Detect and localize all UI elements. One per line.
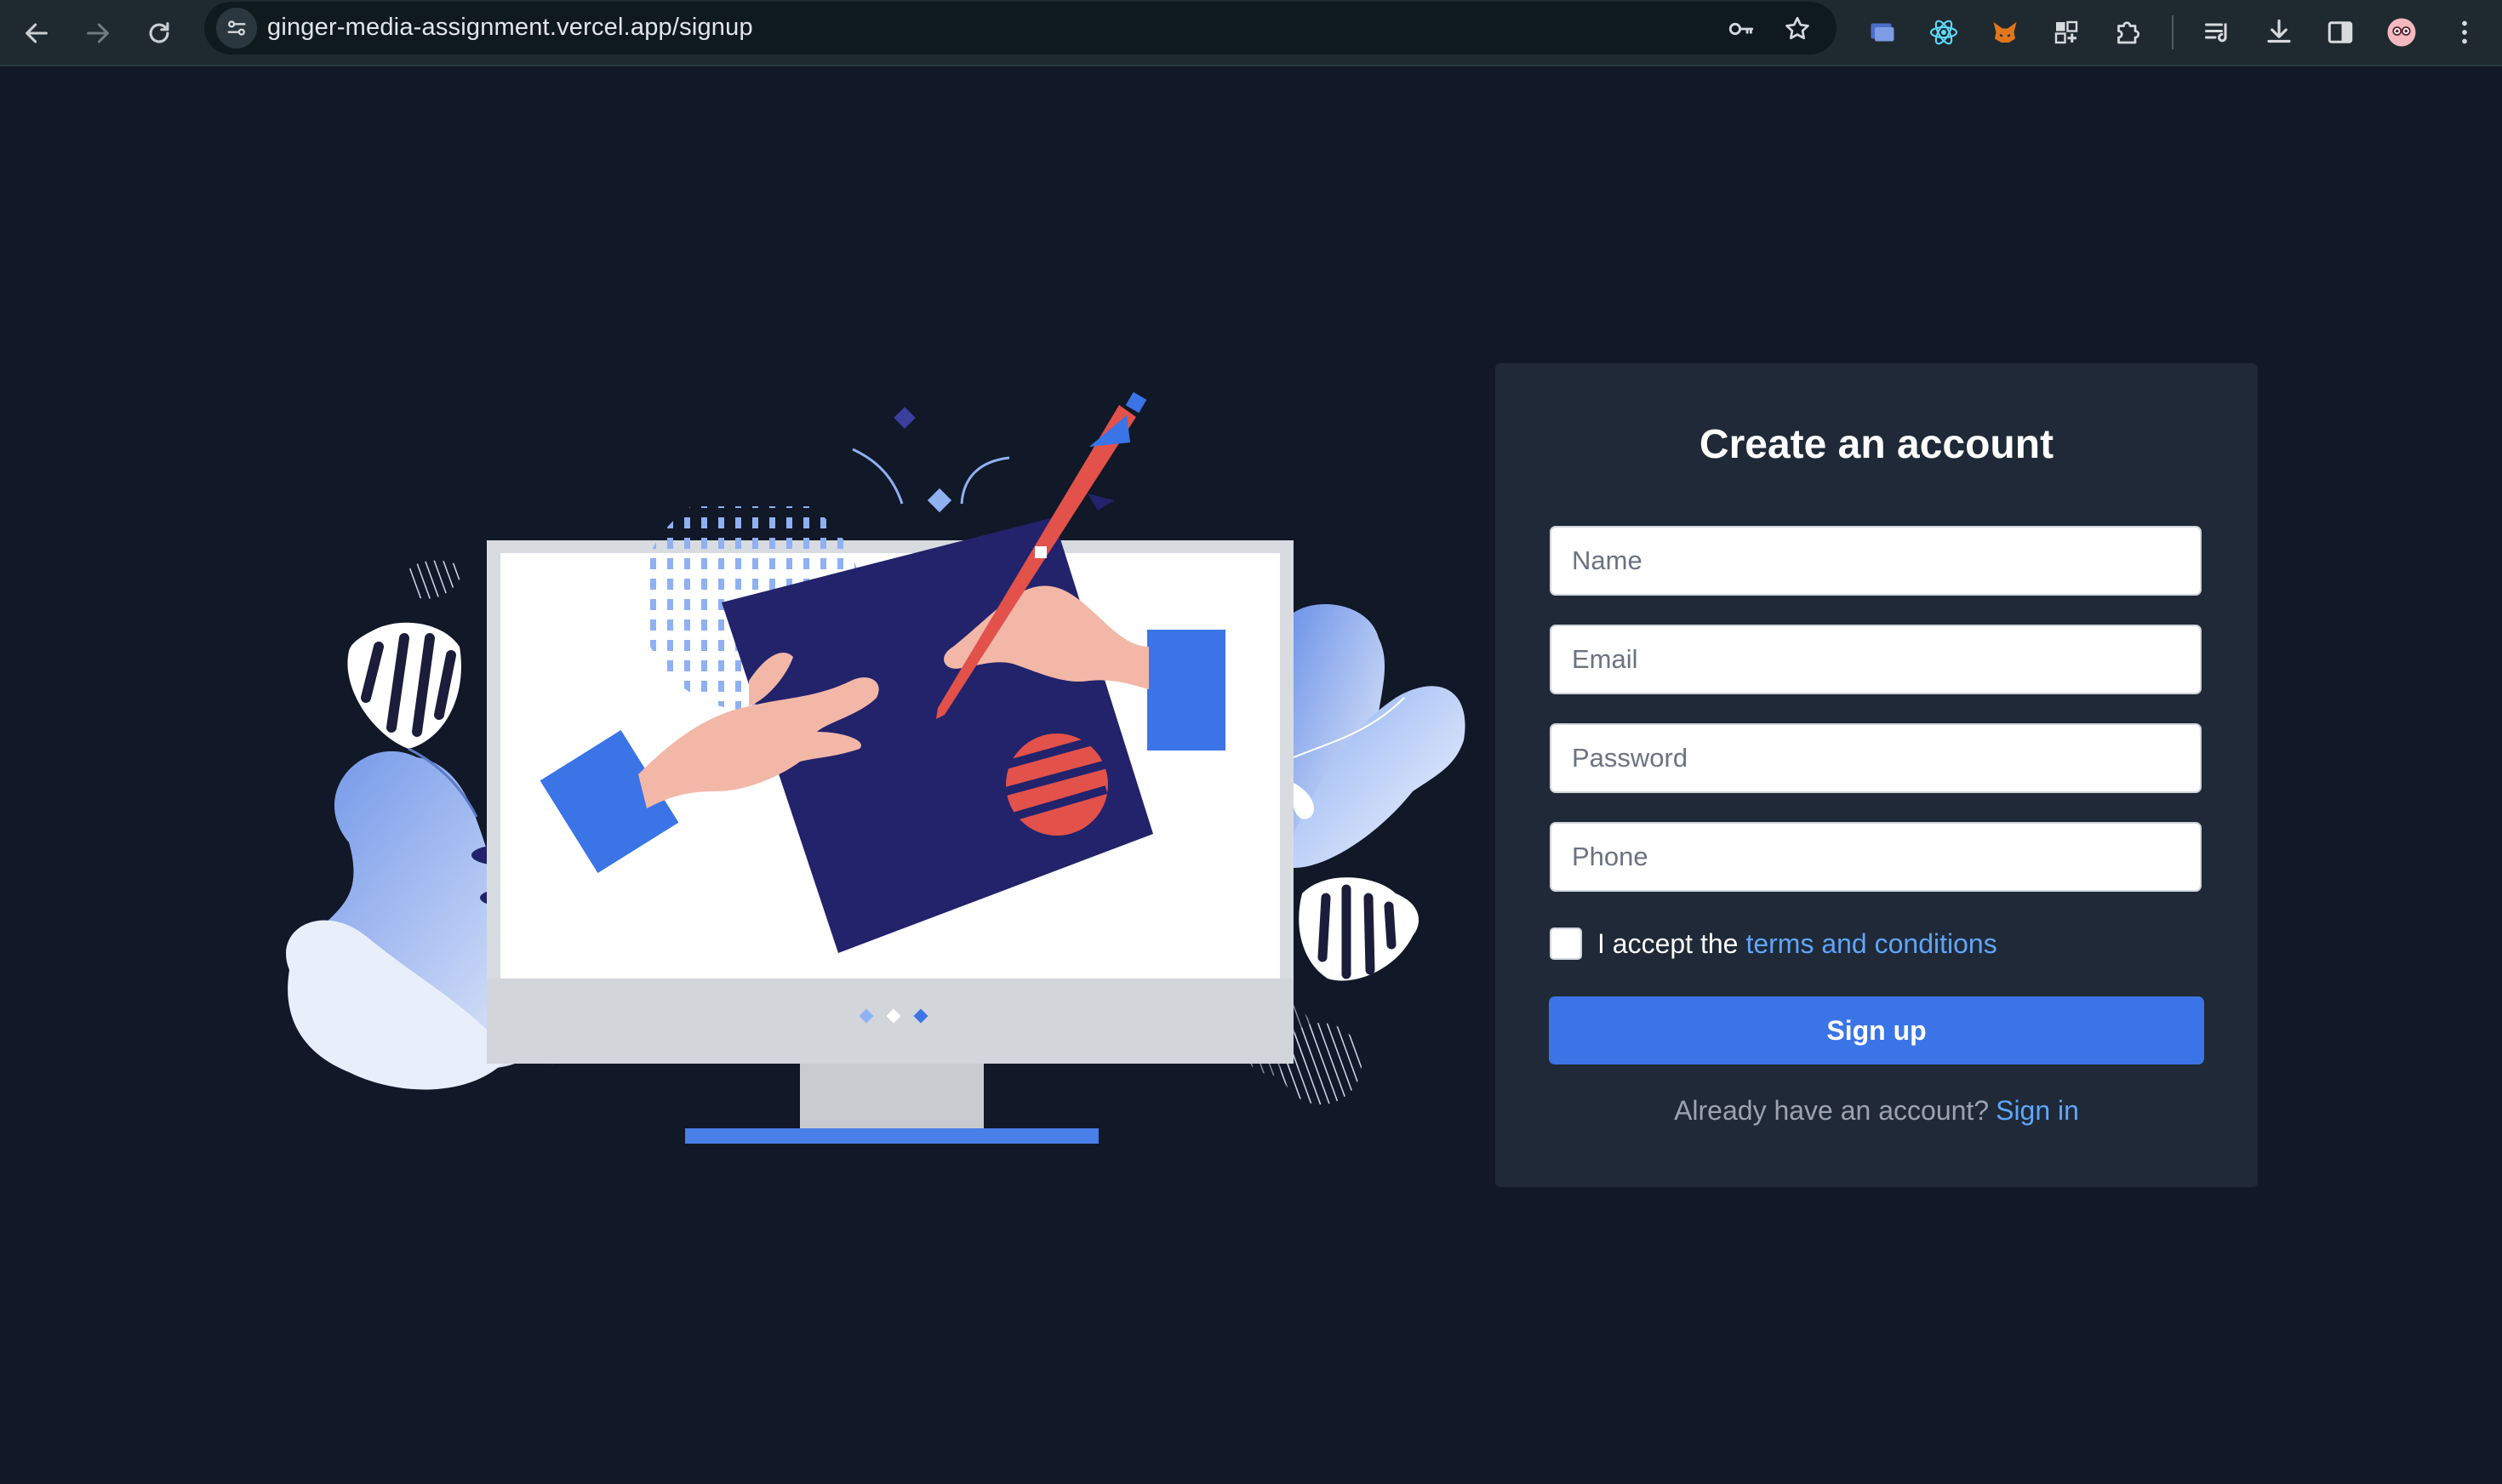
back-arrow-icon[interactable] [12,9,61,58]
name-input[interactable] [1550,526,2202,596]
bookmark-star-icon[interactable] [1779,10,1816,48]
signup-button[interactable]: Sign up [1549,996,2204,1064]
site-settings-icon[interactable] [216,8,257,49]
forward-arrow-icon[interactable] [73,9,123,58]
signup-card: Create an account I accept the terms and… [1495,363,2258,1187]
terms-checkbox[interactable] [1550,928,1582,960]
react-devtools-icon[interactable] [1920,9,1968,56]
signin-row: Already have an account? Sign in [1495,1095,2258,1127]
extension-window-icon[interactable] [1859,9,1906,56]
address-bar[interactable]: ginger-media-assignment.vercel.app/signu… [204,2,1837,54]
signin-prompt: Already have an account? [1674,1095,1990,1126]
metamask-fox-icon[interactable] [1981,9,2029,56]
terms-row: I accept the terms and conditions [1550,925,1997,962]
password-key-icon[interactable] [1722,10,1760,48]
password-input[interactable] [1550,723,2202,793]
side-panel-icon[interactable] [2316,9,2364,56]
extension-grid-icon[interactable] [2042,9,2090,56]
reload-icon[interactable] [134,9,184,58]
signin-link[interactable]: Sign in [1996,1095,2079,1126]
phone-input[interactable] [1550,822,2202,892]
url-text[interactable]: ginger-media-assignment.vercel.app/signu… [267,14,753,42]
menu-kebab-icon[interactable] [2441,9,2488,56]
profile-avatar-icon[interactable] [2378,9,2425,56]
extensions-puzzle-icon[interactable] [2104,9,2151,56]
page-title: Create an account [1699,422,2054,467]
terms-link[interactable]: terms and conditions [1745,928,1996,960]
toolbar-divider [2172,15,2174,49]
email-input[interactable] [1550,625,2202,694]
terms-label: I accept the [1597,928,1739,959]
browser-toolbar: ginger-media-assignment.vercel.app/signu… [0,0,2502,66]
signup-illustration [286,391,1465,1144]
download-icon[interactable] [2255,9,2303,56]
reading-list-icon[interactable] [2194,9,2242,56]
